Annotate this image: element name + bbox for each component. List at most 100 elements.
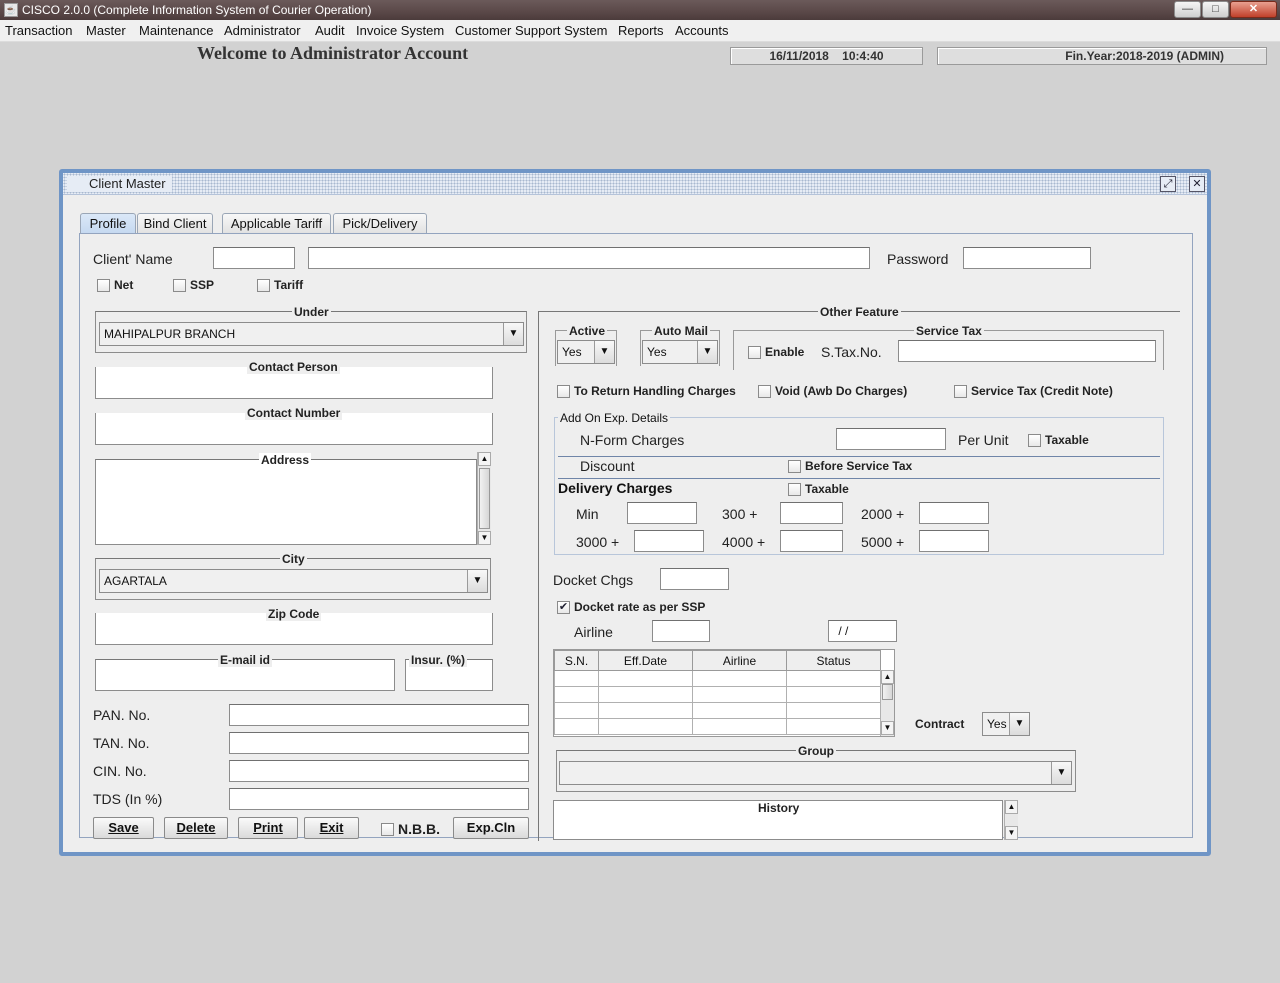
table-scrollbar[interactable]: ▲ ▼ [880,670,894,736]
exp-cln-button[interactable]: Exp.Cln [453,817,529,839]
return-handling-checkbox[interactable] [557,385,570,398]
slab-min-field[interactable] [627,502,697,524]
col-eff-date[interactable]: Eff.Date [598,650,693,671]
net-checkbox[interactable] [97,279,110,292]
cin-field[interactable] [229,760,529,782]
service-tax-credit-checkbox[interactable] [954,385,967,398]
history-scrollbar[interactable]: ▲ ▼ [1004,800,1018,840]
pan-field[interactable] [229,704,529,726]
table-row[interactable] [554,670,881,687]
other-feature-label: Other Feature [818,305,901,319]
service-tax-label: Service Tax [914,324,984,338]
stax-no-field[interactable] [898,340,1156,362]
chevron-down-icon[interactable]: ▼ [697,341,717,363]
before-service-tax-label: Before Service Tax [805,459,913,473]
close-button[interactable]: ✕ [1230,1,1277,18]
table-row[interactable] [554,718,881,735]
menu-maintenance[interactable]: Maintenance [137,20,215,42]
menu-accounts[interactable]: Accounts [673,20,730,42]
menu-invoice-system[interactable]: Invoice System [354,20,446,42]
slab-3000-field[interactable] [634,530,704,552]
net-label: Net [114,278,134,292]
restore-icon[interactable]: ⤢ [1160,176,1176,192]
date-field[interactable]: / / [828,620,897,642]
menu-audit[interactable]: Audit [313,20,347,42]
chevron-down-icon[interactable]: ▼ [594,341,614,363]
scroll-up-icon[interactable]: ▲ [1005,800,1018,814]
before-service-tax-checkbox[interactable] [788,460,801,473]
tab-applicable-tariff[interactable]: Applicable Tariff [222,213,331,233]
airline-field[interactable] [652,620,710,642]
nbb-checkbox[interactable] [381,823,394,836]
ssp-checkbox[interactable] [173,279,186,292]
tariff-checkbox[interactable] [257,279,270,292]
window-title-bar[interactable]: CISCO 2.0.0 (Complete Information System… [0,0,1280,20]
slab-2000-field[interactable] [919,502,989,524]
contract-value: Yes [987,717,1007,731]
scroll-up-icon[interactable]: ▲ [478,452,491,466]
client-code-field[interactable] [213,247,295,269]
airline-table[interactable]: S.N. Eff.Date Airline Status [553,649,895,737]
chevron-down-icon[interactable]: ▼ [1051,762,1071,784]
password-field[interactable] [963,247,1091,269]
chevron-down-icon[interactable]: ▼ [467,570,487,592]
delivery-taxable-checkbox[interactable] [788,483,801,496]
maximize-button[interactable]: □ [1202,1,1229,18]
nform-field[interactable] [836,428,946,450]
slab-300-label: 300 + [722,506,758,522]
void-awb-checkbox[interactable] [758,385,771,398]
slab-300-field[interactable] [780,502,843,524]
under-combo[interactable]: MAHIPALPUR BRANCH ▼ [99,322,524,346]
tds-field[interactable] [229,788,529,810]
menu-transaction[interactable]: Transaction [3,20,74,42]
nform-taxable-checkbox[interactable] [1028,434,1041,447]
menu-reports[interactable]: Reports [616,20,666,42]
scroll-down-icon[interactable]: ▼ [1005,826,1018,840]
menu-administrator[interactable]: Administrator [222,20,303,42]
auto-mail-combo[interactable]: Yes ▼ [642,340,718,364]
city-combo[interactable]: AGARTALA ▼ [99,569,488,593]
scroll-up-icon[interactable]: ▲ [881,670,894,684]
scroll-thumb[interactable] [882,684,893,700]
print-button[interactable]: Print [238,817,298,839]
tab-pick-delivery[interactable]: Pick/Delivery [333,213,427,233]
group-combo[interactable]: ▼ [559,761,1072,785]
menu-customer-support[interactable]: Customer Support System [453,20,609,42]
under-value: MAHIPALPUR BRANCH [104,327,236,341]
slab-2000-label: 2000 + [861,506,905,522]
table-row[interactable] [554,702,881,719]
tab-profile[interactable]: Profile [80,213,136,234]
contract-combo[interactable]: Yes ▼ [982,712,1030,736]
minimize-button[interactable]: — [1174,1,1201,18]
address-textarea[interactable] [95,459,477,545]
profile-panel: Client' Name Password Net SSP Tariff Und… [79,233,1193,841]
slab-4000-field[interactable] [780,530,843,552]
scroll-down-icon[interactable]: ▼ [881,721,894,735]
active-combo[interactable]: Yes ▼ [557,340,615,364]
docket-chgs-field[interactable] [660,568,729,590]
table-row[interactable] [554,686,881,703]
email-label: E-mail id [218,653,273,667]
scroll-thumb[interactable] [479,468,490,529]
tab-bind-client[interactable]: Bind Client [137,213,213,233]
frame-title-bar[interactable] [63,173,1207,195]
save-button[interactable]: Save [93,817,154,839]
menu-master[interactable]: Master [84,20,128,42]
docket-rate-checkbox[interactable]: ✔ [557,601,570,614]
tan-field[interactable] [229,732,529,754]
airline-label: Airline [574,624,613,640]
close-icon[interactable]: ✕ [1189,176,1205,192]
client-name-field[interactable] [308,247,870,269]
active-label: Active [567,324,608,338]
chevron-down-icon[interactable]: ▼ [503,323,523,345]
chevron-down-icon[interactable]: ▼ [1009,713,1029,735]
col-sn[interactable]: S.N. [554,650,599,671]
col-status[interactable]: Status [786,650,881,671]
slab-5000-field[interactable] [919,530,989,552]
address-scrollbar[interactable]: ▲ ▼ [477,452,491,545]
col-airline[interactable]: Airline [692,650,787,671]
enable-checkbox[interactable] [748,346,761,359]
delete-button[interactable]: Delete [164,817,228,839]
exit-button[interactable]: Exit [304,817,359,839]
scroll-down-icon[interactable]: ▼ [478,531,491,545]
